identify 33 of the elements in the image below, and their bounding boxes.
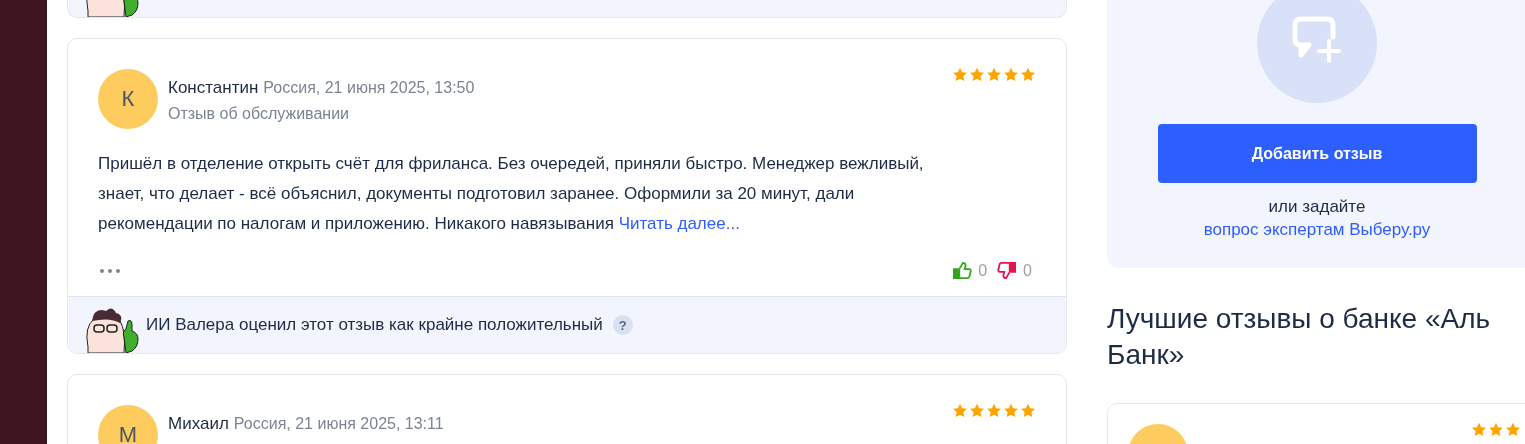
section-heading: Лучшие отзывы о банке «Аль Банк» [1107,302,1492,372]
review-meta: Россия, 21 июня 2025, 13:11 [233,415,444,432]
star-icon [1471,422,1487,437]
star-icon [969,67,985,82]
author-name: Михаил [168,414,229,433]
add-review-button[interactable]: Добавить отзыв [1157,124,1477,183]
star-icon [986,67,1002,82]
hint-text: или задайте [1268,197,1366,217]
ai-verdict-text: ИИ Валера оценил этот отзыв как крайне положительный [146,315,603,335]
thumbs-down-icon[interactable] [997,261,1018,280]
ask-experts-link[interactable]: вопрос экспертам Выберу.ру [1203,220,1431,240]
star-icon [1020,67,1036,82]
star-icon [1488,422,1504,437]
review-text: Пришёл в отделение открыть счёт для фриланса. Без очередей, приняли быстро. Менеджер вежливый, знает, что делает - всё объяснил, документы подготовил заранее. Оформили за 20 минут, дали рекомендации по налогам и приложению. Никакого навязывания Читать далее... [98,153,925,235]
read-more-link[interactable]: Читать далее... [618,214,740,233]
author-name: Константин [168,78,259,97]
avatar: К [98,69,158,129]
like-count: 0 [978,261,988,280]
star-icon [952,67,968,82]
star-icon [969,403,985,418]
avatar: М [98,405,158,444]
add-comment-icon [1257,0,1377,103]
dislike-count: 0 [1023,261,1032,280]
star-icon [952,403,968,418]
star-icon [1003,67,1019,82]
star-icon [1020,403,1036,418]
thumbs-up-icon[interactable] [952,261,973,280]
review-meta: Россия, 21 июня 2025, 13:50 [263,79,475,96]
help-icon[interactable]: ? [612,315,633,335]
star-icon [986,403,1002,418]
star-icon [1003,403,1019,418]
star-icon [1505,422,1521,437]
review-category: Отзыв об обслуживании [168,105,351,123]
